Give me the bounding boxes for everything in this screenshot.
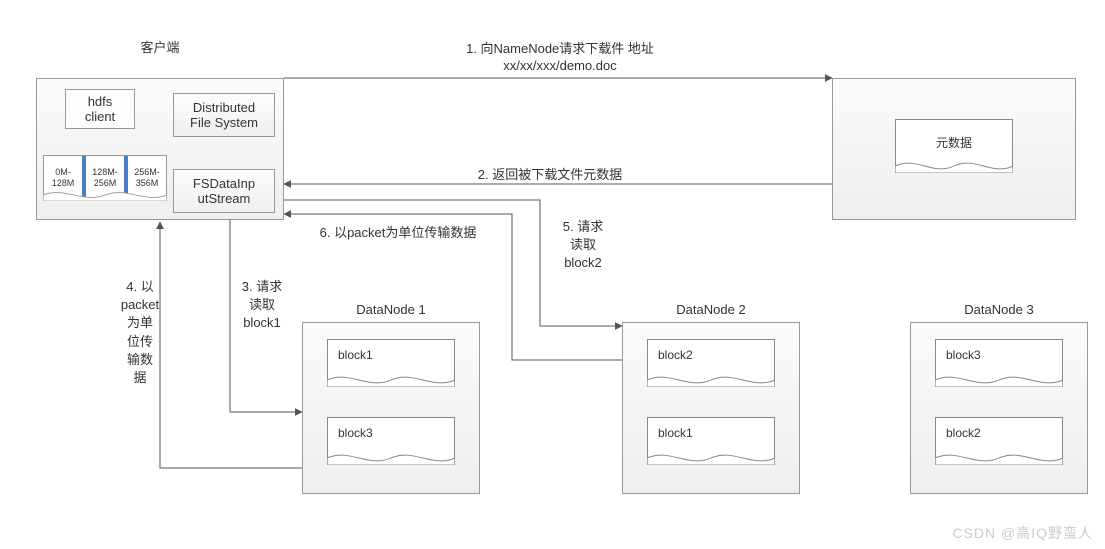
dn1-container: block1 block3 <box>302 322 480 494</box>
step1-path: xx/xx/xxx/demo.doc <box>380 58 740 73</box>
dn3-block1-label: block3 <box>946 348 981 362</box>
client-title: 客户端 <box>60 37 260 56</box>
range-doc: 0M- 128M 128M- 256M 256M- 356M <box>43 155 167 201</box>
dn1-block2: block3 <box>327 417 455 465</box>
dn2-block1-label: block2 <box>658 348 693 362</box>
dn1-block1-label: block1 <box>338 348 373 362</box>
metadata-label: 元数据 <box>936 136 972 150</box>
dn3-container: block3 block2 <box>910 322 1088 494</box>
namenode-container: 元数据 <box>832 78 1076 220</box>
dn1-block1: block1 <box>327 339 455 387</box>
watermark: CSDN @高IQ野蛮人 <box>952 523 1093 543</box>
dn2-block2-label: block1 <box>658 426 693 440</box>
client-container: hdfs client Distributed File System FSDa… <box>36 78 284 220</box>
step6-label: 6. 以packet为单位传输数据 <box>288 222 508 241</box>
dn1-block2-label: block3 <box>338 426 373 440</box>
dn2-title: DataNode 2 <box>622 302 800 317</box>
dn1-title: DataNode 1 <box>302 302 480 317</box>
step2-label: 2. 返回被下载文件元数据 <box>420 164 680 183</box>
dn2-container: block2 block1 <box>622 322 800 494</box>
dn2-block1: block2 <box>647 339 775 387</box>
step1-label: 1. 向NameNode请求下载件 地址 <box>380 38 740 57</box>
step5-label: 5. 请求 读取 block2 <box>548 218 618 273</box>
fsdatainputstream-box: FSDataInp utStream <box>173 169 275 213</box>
dn3-block2: block2 <box>935 417 1063 465</box>
step3-label: 3. 请求 读取 block1 <box>232 278 292 333</box>
dfs-box: Distributed File System <box>173 93 275 137</box>
dn2-block2: block1 <box>647 417 775 465</box>
dn3-block2-label: block2 <box>946 426 981 440</box>
hdfs-client-box: hdfs client <box>65 89 135 129</box>
metadata-doc: 元数据 <box>895 119 1013 173</box>
dn3-title: DataNode 3 <box>910 302 1088 317</box>
step4-label: 4. 以 packet 为单 位传 输数 据 <box>112 278 168 387</box>
dn3-block1: block3 <box>935 339 1063 387</box>
